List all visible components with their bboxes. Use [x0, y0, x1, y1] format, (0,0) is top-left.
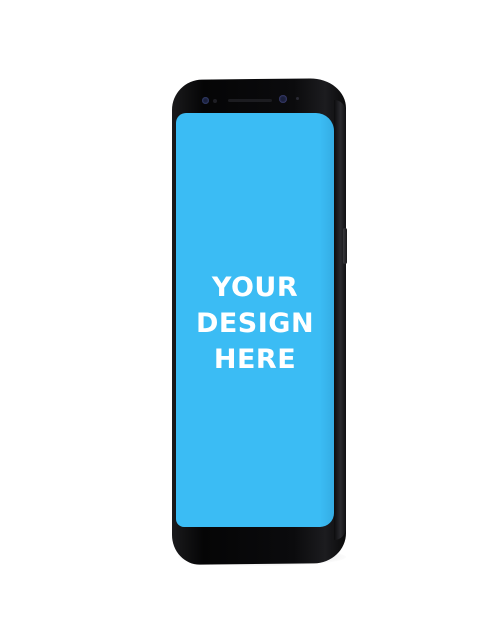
- placeholder-text: YOUR DESIGN HERE: [176, 270, 334, 378]
- phone-side-edge: [334, 100, 346, 540]
- placeholder-line-2: DESIGN: [195, 308, 315, 339]
- earpiece-speaker: [228, 99, 272, 102]
- front-camera-icon: [279, 95, 287, 103]
- mockup-canvas: YOUR DESIGN HERE: [0, 0, 504, 640]
- placeholder-line-1: YOUR: [211, 272, 299, 303]
- phone-screen: YOUR DESIGN HERE: [176, 113, 334, 527]
- light-sensor-icon: [296, 97, 299, 100]
- power-button: [343, 228, 347, 264]
- placeholder-line-3: HERE: [213, 344, 297, 375]
- iris-scanner-icon: [202, 97, 209, 104]
- proximity-sensor-icon: [213, 99, 217, 103]
